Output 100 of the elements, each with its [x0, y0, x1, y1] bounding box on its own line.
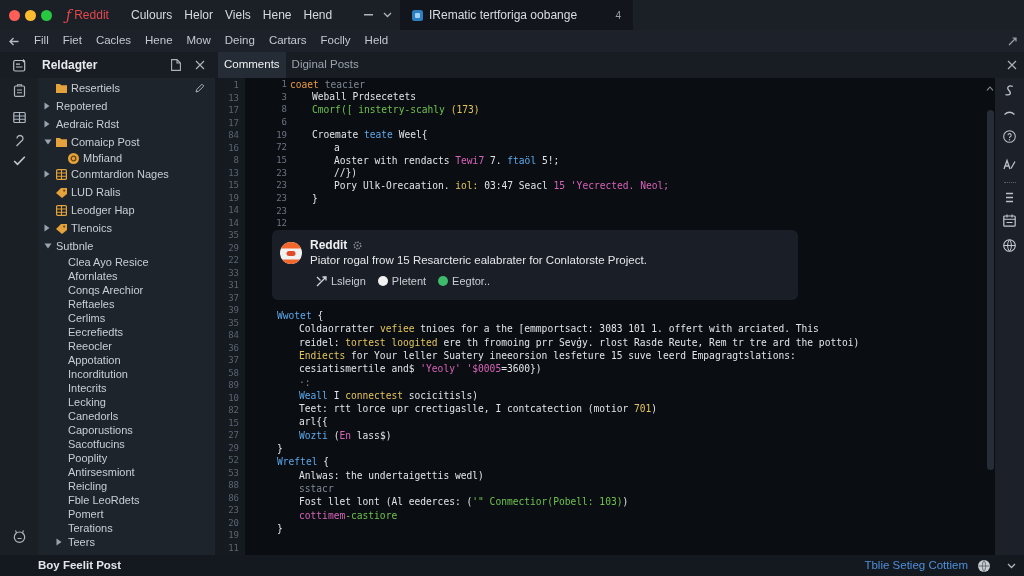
tree-item[interactable]: Incorditution — [68, 368, 128, 380]
gear-icon[interactable] — [353, 240, 363, 250]
chevron-down-icon[interactable] — [44, 139, 52, 145]
line-number: 23 — [276, 181, 287, 191]
tree-item[interactable]: Intecrits — [68, 382, 107, 394]
chevron-right-icon[interactable] — [44, 170, 50, 178]
tree-item[interactable]: Conmtardion Nages — [71, 168, 169, 180]
tree-item[interactable]: Teers — [68, 536, 95, 548]
tree-item[interactable]: Caporustions — [68, 424, 133, 436]
tree-item[interactable]: Aedraic Rdst — [56, 118, 119, 130]
line-number: 58 — [228, 366, 239, 379]
line-number: 19 — [228, 529, 239, 542]
arrow-up-right-icon[interactable] — [1008, 36, 1017, 46]
menu-item[interactable]: Fiet — [62, 35, 82, 47]
notification-action[interactable]: Pletent — [377, 275, 427, 287]
menu-item[interactable]: Helor — [184, 9, 214, 21]
menu-item[interactable]: Fill — [34, 35, 49, 47]
file-icon[interactable] — [171, 59, 181, 71]
tree-item[interactable]: LUD Ralis — [71, 186, 121, 198]
menu-item[interactable]: Cacles — [95, 35, 132, 47]
tree-item[interactable]: Appotation — [68, 354, 121, 366]
line-number: 3 — [281, 92, 287, 102]
notification-action[interactable]: Lsleign — [316, 275, 366, 287]
line-number: 10 — [228, 391, 239, 404]
chevron-right-icon[interactable] — [44, 102, 50, 110]
menu-item[interactable]: Hene — [145, 35, 173, 47]
close-icon[interactable] — [195, 60, 205, 70]
squiggle-icon[interactable] — [1003, 84, 1016, 97]
scrollbar-thumb[interactable] — [986, 110, 994, 470]
tree-item[interactable]: Leodger Hap — [71, 204, 135, 216]
menu-item[interactable]: Hene — [262, 9, 292, 21]
document-tab[interactable]: IRematic tertforiga oobange 4 — [400, 0, 633, 30]
tree-item[interactable]: Comaicp Post — [71, 136, 140, 148]
window-zoom-icon[interactable] — [41, 9, 52, 21]
chevron-up-icon[interactable] — [986, 86, 994, 91]
tree-item[interactable]: Canedorls — [68, 410, 119, 422]
line-number: 17 — [228, 104, 239, 117]
tab[interactable]: Comments — [218, 52, 286, 78]
grid-icon — [56, 204, 67, 216]
back-arrow-icon[interactable] — [9, 36, 19, 46]
status-link[interactable]: Tblie Setieg Cottiem — [864, 556, 968, 575]
line-number: 14 — [228, 216, 239, 229]
tree-item[interactable]: Antirsesmiont — [68, 466, 135, 478]
window-close-icon[interactable] — [9, 9, 20, 21]
calendar-icon[interactable] — [1003, 214, 1016, 227]
globe-icon[interactable] — [978, 559, 990, 572]
notification-action[interactable]: Eegtor.. — [438, 275, 491, 287]
menu-item[interactable]: Hend — [303, 9, 333, 21]
tree-item[interactable]: Sacotfucins — [68, 438, 125, 450]
window-minimize-icon[interactable] — [25, 9, 36, 21]
tree-item[interactable]: Clea Ayo Resice — [68, 256, 149, 268]
chevron-down-icon[interactable] — [383, 12, 392, 18]
close-icon[interactable] — [1007, 60, 1017, 70]
menu-item[interactable]: Culours — [131, 9, 173, 21]
count-label: 4 — [615, 8, 621, 23]
list-icon[interactable] — [1003, 191, 1016, 204]
tree-item[interactable]: Afornlates — [68, 270, 118, 282]
tree-item[interactable]: Reeocler — [68, 340, 113, 352]
help-icon[interactable] — [1003, 130, 1016, 143]
tree-item[interactable]: Conqs Arechior — [68, 284, 144, 296]
tree-item[interactable]: Repotered — [56, 100, 108, 112]
menu-item[interactable]: Held — [364, 35, 389, 47]
line-number: 89 — [228, 379, 239, 392]
chevron-right-icon[interactable] — [44, 120, 50, 128]
tree-item[interactable]: Pomert — [68, 508, 104, 520]
tree-item[interactable]: Fble LeoRdets — [68, 494, 140, 506]
chevron-right-icon[interactable] — [56, 538, 62, 546]
menu-item[interactable]: Viels — [225, 9, 251, 21]
chevron-down-icon[interactable] — [44, 243, 52, 249]
tree-item[interactable]: Reicling — [68, 480, 108, 492]
font-icon[interactable] — [1003, 157, 1016, 170]
menu-item[interactable]: Cartars — [268, 35, 307, 47]
tree-item[interactable]: Tlenoics — [71, 222, 112, 234]
tree-item[interactable]: Terations — [68, 522, 113, 534]
tree-item[interactable]: Mbfiand — [83, 152, 123, 164]
code-line: } — [312, 193, 318, 204]
menu-item[interactable]: Mow — [186, 35, 211, 47]
menu-item[interactable]: Deing — [224, 35, 255, 47]
chevron-right-icon[interactable] — [44, 224, 50, 232]
tree-item[interactable]: Reftaeles — [68, 298, 115, 310]
check-icon[interactable] — [12, 154, 26, 167]
minus-icon[interactable] — [364, 14, 373, 16]
line-number: 1 — [281, 79, 287, 89]
bug-icon[interactable] — [12, 530, 26, 543]
line-number: 1 — [233, 79, 239, 92]
edit-icon[interactable] — [195, 83, 205, 93]
clipboard-icon[interactable] — [12, 84, 26, 97]
tree-item[interactable]: Sutbnle — [56, 240, 94, 252]
table-icon[interactable] — [12, 111, 26, 124]
tree-item[interactable]: Lecking — [68, 396, 106, 408]
chevron-down-icon[interactable] — [1007, 562, 1016, 569]
tree-item[interactable]: Eecrefiedts — [68, 326, 124, 338]
menu-item[interactable]: Foclly — [320, 35, 351, 47]
line-number: 17 — [228, 116, 239, 129]
tab[interactable]: Diginal Posts — [285, 52, 365, 78]
tree-item[interactable]: Cerlims — [68, 312, 106, 324]
tree-item[interactable]: Pooplity — [68, 452, 108, 464]
tree-item[interactable]: Resertiels — [71, 82, 120, 94]
shuffle-icon — [316, 275, 327, 287]
note-icon[interactable] — [12, 58, 26, 72]
